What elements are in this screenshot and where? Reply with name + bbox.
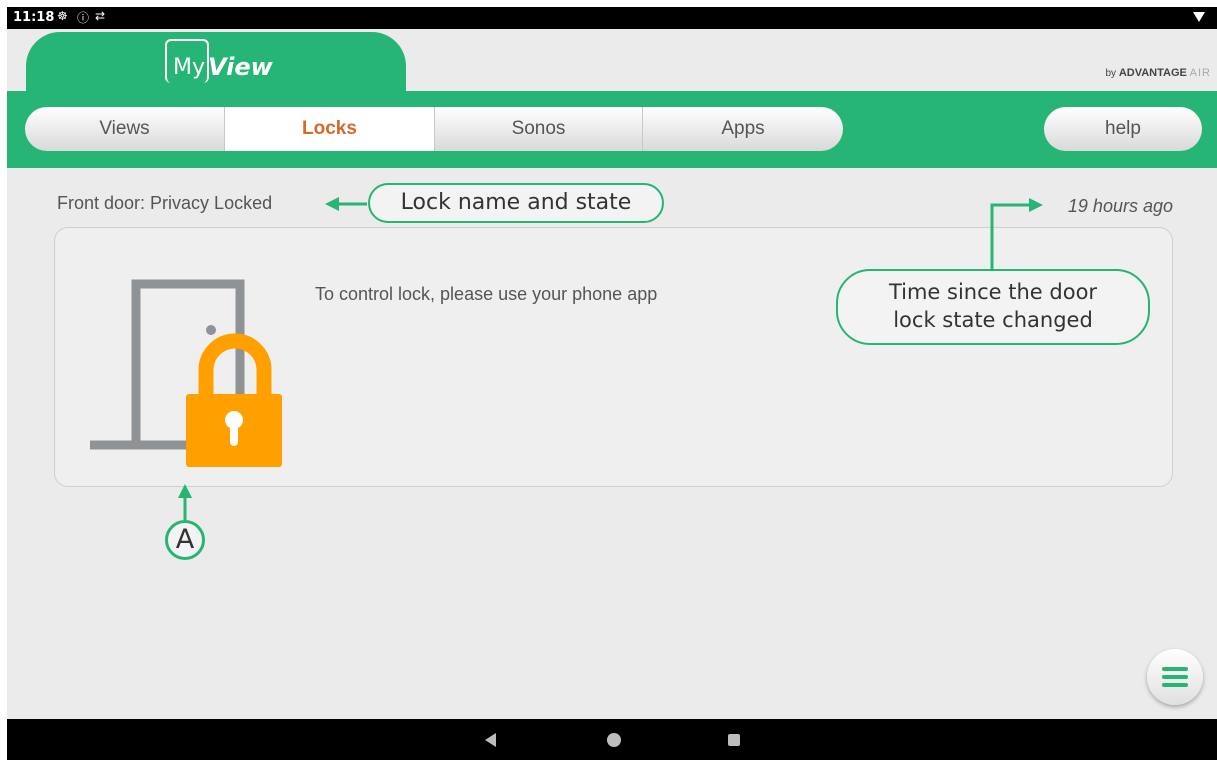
time-arrow-line [990,203,1032,269]
name-arrow-head [325,197,339,211]
menu-bar-1 [1162,667,1188,671]
back-icon[interactable] [485,733,496,747]
recents-icon[interactable] [728,734,740,746]
home-icon[interactable] [607,733,621,747]
info-icon: ⓘ [77,11,90,25]
pin-icon: ☸ [57,9,68,23]
status-bar: 11:18 ☸ ⓘ ⇄ [7,7,1217,29]
sync-icon: ⇄ [95,9,106,23]
status-time: 11:18 [13,10,55,25]
menu-button[interactable] [1147,649,1203,705]
system-nav-bar [7,719,1217,760]
app-window: My View by ADVANTAGE AIR Views Locks Son… [7,29,1217,719]
menu-bar-2 [1162,675,1188,679]
time-arrow-head [1029,198,1043,212]
menu-bar-3 [1162,683,1188,687]
wifi-icon [1193,12,1205,22]
marker-arrow-head [178,484,192,498]
annotation-arrows [178,197,1043,520]
